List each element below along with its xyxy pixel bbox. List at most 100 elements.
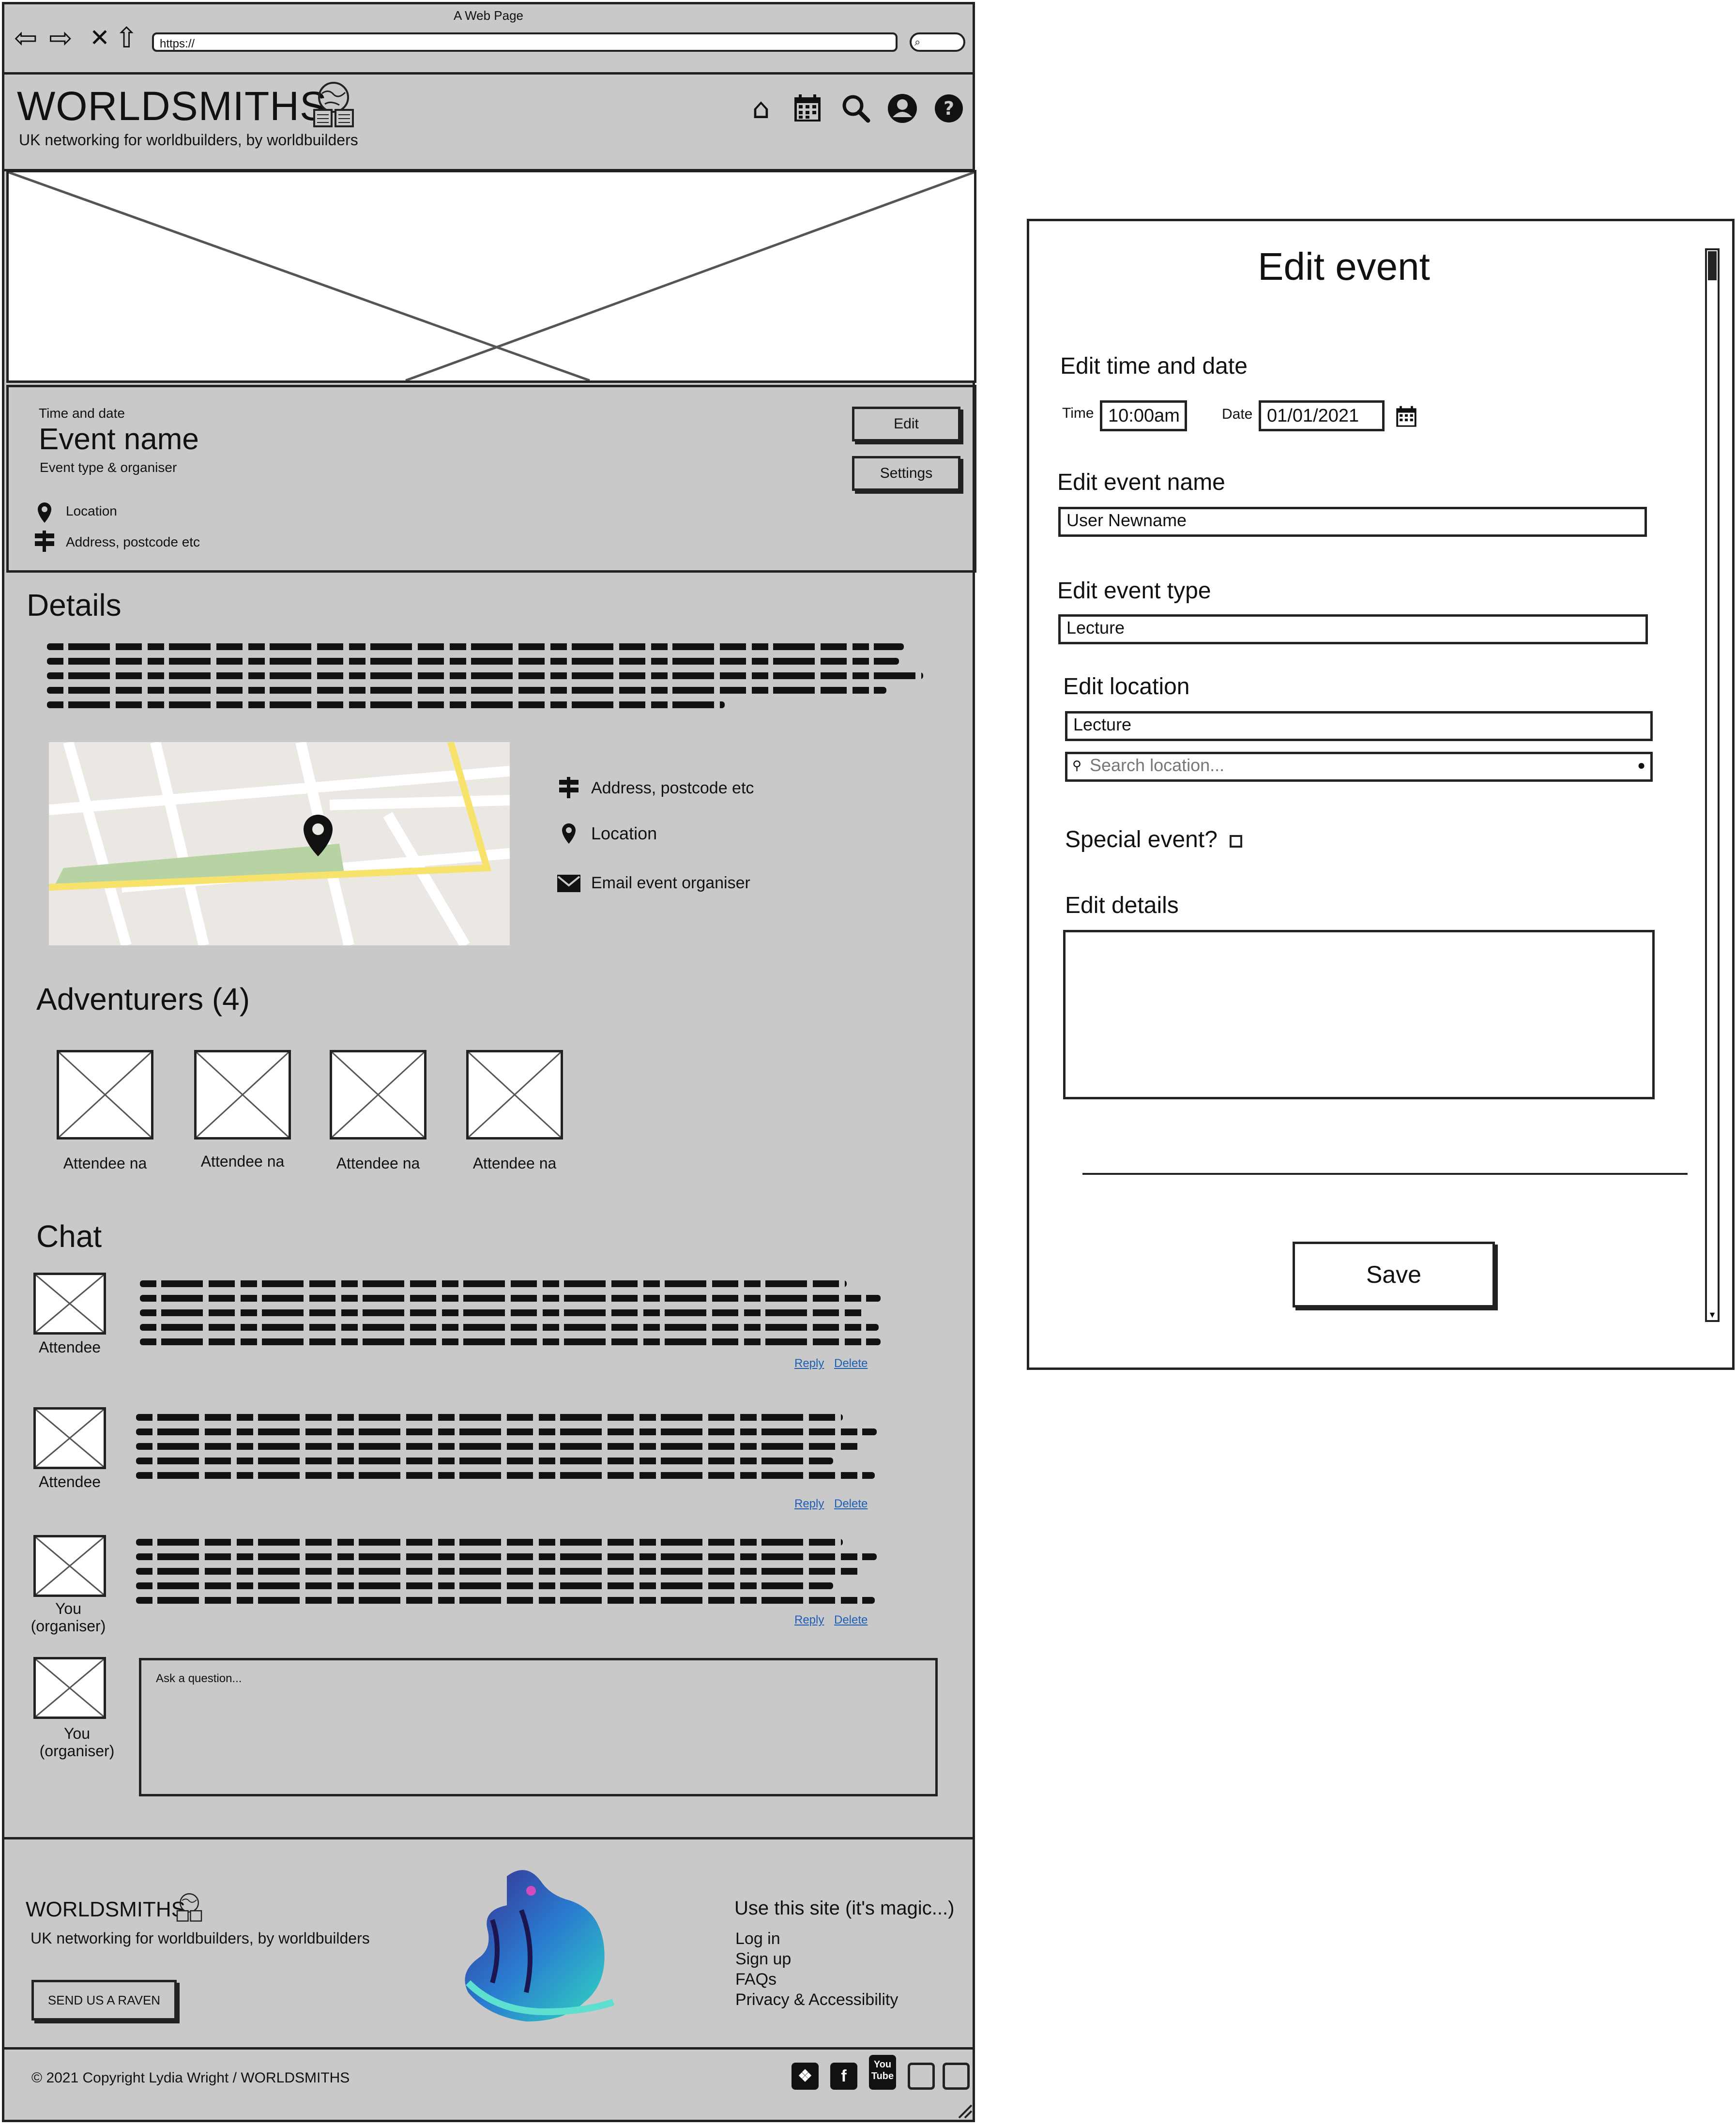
text-line (47, 701, 725, 708)
email-organiser-link[interactable]: Email event organiser (591, 874, 750, 893)
facebook-icon[interactable]: f (830, 2063, 857, 2090)
attendee-name: Attendee na (472, 1155, 557, 1172)
site-logo[interactable]: WORLDSMITHS (17, 83, 327, 130)
chat-avatar (33, 1535, 106, 1597)
home-outline-icon[interactable]: ⇧ (115, 24, 138, 52)
text-line (47, 658, 899, 665)
attendee-name: Attendee na (200, 1153, 285, 1170)
help-icon[interactable]: ? (932, 91, 966, 125)
forward-arrow-icon[interactable]: ⇨ (49, 24, 73, 52)
footer-link-signup[interactable]: Sign up (735, 1950, 791, 1969)
signpost-icon (35, 531, 54, 552)
delete-link[interactable]: Delete (834, 1497, 868, 1511)
modal-title: Edit event (1258, 245, 1430, 288)
site-header: WORLDSMITHS UK networking for worldbuild… (4, 72, 973, 171)
divider (1082, 1173, 1688, 1175)
event-name-input[interactable]: User Newname (1058, 507, 1647, 537)
calendar-icon[interactable] (1395, 405, 1417, 428)
modal-scrollbar[interactable]: ▼ (1705, 248, 1720, 1322)
date-input[interactable]: 01/01/2021 (1259, 400, 1385, 431)
text-line (136, 1443, 862, 1450)
attendee-avatar[interactable] (466, 1050, 563, 1139)
text-line (136, 1582, 833, 1589)
chat-author: You (organiser) (30, 1600, 106, 1635)
footer-logo[interactable]: WORLDSMITHS (26, 1898, 185, 1922)
back-arrow-icon[interactable]: ⇦ (14, 24, 38, 52)
footer-links-title: Use this site (it's magic...) (734, 1898, 955, 1919)
calendar-icon[interactable] (791, 91, 824, 125)
chat-message (140, 1280, 881, 1345)
text-line (140, 1338, 881, 1345)
site-tagline: UK networking for worldbuilders, by worl… (19, 131, 358, 149)
details-text (47, 643, 947, 708)
event-location: Location (66, 503, 117, 518)
attendee-avatar[interactable] (330, 1050, 426, 1139)
delete-link[interactable]: Delete (834, 1357, 868, 1370)
text-line (47, 687, 886, 694)
footer-link-privacy[interactable]: Privacy & Accessibility (735, 1990, 898, 2009)
browser-chrome: A Web Page ⇦ ⇨ ✕ ⇧ https:// ⌕ (4, 4, 973, 75)
twitter-icon[interactable]: ❖ (792, 2063, 819, 2090)
chat-avatar (33, 1407, 106, 1469)
text-line (136, 1458, 833, 1464)
browser-search-field[interactable]: ⌕ (910, 32, 965, 52)
special-event-label: Special event? (1065, 827, 1218, 852)
attendee-avatar[interactable] (194, 1050, 291, 1139)
event-type-input[interactable]: Lecture (1058, 614, 1648, 644)
settings-button[interactable]: Settings (852, 456, 960, 491)
text-line (136, 1539, 843, 1546)
scrollbar-thumb[interactable] (1708, 251, 1717, 280)
social-placeholder-icon[interactable] (908, 2063, 935, 2090)
resize-handle-icon[interactable] (957, 2103, 974, 2120)
footer-link-login[interactable]: Log in (735, 1929, 780, 1948)
youtube-icon[interactable]: You Tube (869, 2055, 896, 2090)
dragon-illustration (465, 1870, 615, 2021)
url-bar[interactable]: https:// (152, 32, 898, 52)
event-time-date: Time and date (39, 406, 125, 421)
location-search-input[interactable]: ⚲ Search location... ● (1065, 752, 1653, 782)
chat-avatar (33, 1657, 106, 1719)
svg-text:?: ? (944, 98, 954, 119)
signpost-icon (559, 777, 579, 798)
user-icon[interactable] (885, 91, 919, 125)
location-input[interactable]: Lecture (1065, 711, 1653, 741)
chat-heading: Chat (36, 1219, 102, 1254)
reply-link[interactable]: Reply (794, 1497, 824, 1511)
send-raven-button[interactable]: SEND US A RAVEN (31, 1980, 177, 2021)
delete-link[interactable]: Delete (834, 1613, 868, 1627)
social-placeholder-icon[interactable] (943, 2063, 970, 2090)
location-heading: Edit location (1063, 674, 1190, 699)
chat-author: Attendee (38, 1473, 101, 1490)
ask-question-textarea[interactable]: Ask a question... (139, 1658, 938, 1796)
search-icon[interactable] (839, 91, 873, 125)
location-pin-icon (562, 823, 576, 844)
microphone-icon[interactable]: ● (1637, 754, 1645, 776)
reply-link[interactable]: Reply (794, 1357, 824, 1370)
text-line (140, 1295, 881, 1302)
home-icon[interactable]: ⌂ (744, 91, 778, 125)
details-address: Address, postcode etc (591, 779, 754, 797)
footer-link-faqs[interactable]: FAQs (735, 1970, 777, 1989)
sub-footer: © 2021 Copyright Lydia Wright / WORLDSMI… (4, 2047, 973, 2112)
details-heading-edit: Edit details (1065, 893, 1179, 918)
time-input[interactable]: 10:00am (1100, 400, 1187, 431)
scroll-down-icon[interactable]: ▼ (1707, 1309, 1718, 1320)
event-summary: Time and date Event name Event type & or… (6, 385, 976, 573)
save-button[interactable]: Save (1293, 1242, 1495, 1307)
text-line (136, 1472, 875, 1479)
location-search-placeholder: Search location... (1090, 755, 1225, 775)
special-event-checkbox[interactable] (1230, 835, 1242, 848)
text-line (47, 643, 904, 650)
edit-button[interactable]: Edit (852, 407, 960, 441)
event-type-heading: Edit event type (1057, 578, 1211, 604)
attendee-avatar[interactable] (57, 1050, 153, 1139)
close-icon[interactable]: ✕ (90, 24, 110, 52)
date-label: Date (1222, 406, 1253, 422)
location-pin-icon (38, 502, 51, 523)
reply-link[interactable]: Reply (794, 1613, 824, 1627)
window-title: A Web Page (453, 8, 524, 23)
details-location: Location (591, 823, 657, 843)
details-textarea[interactable] (1063, 930, 1655, 1099)
text-line (47, 672, 923, 679)
event-map[interactable] (49, 742, 510, 945)
